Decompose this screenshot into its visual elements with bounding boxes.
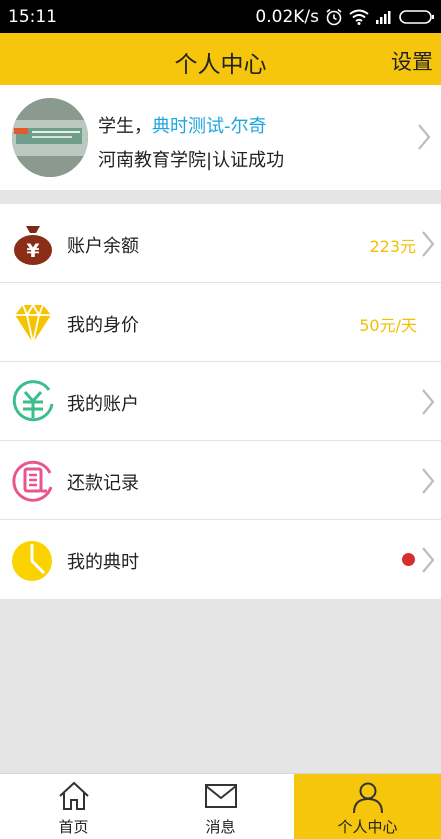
menu-item-repayment[interactable]: 还款记录 <box>0 441 441 520</box>
record-icon <box>12 460 53 502</box>
avatar[interactable] <box>12 98 88 177</box>
tab-messages[interactable]: 消息 <box>147 774 294 839</box>
profile-school-status: 河南教育学院|认证成功 <box>98 150 285 171</box>
clock-icon <box>12 541 52 581</box>
notification-dot <box>402 553 415 566</box>
user-icon <box>352 782 383 814</box>
status-bar: 15:11 0.02K/s <box>0 0 441 33</box>
tab-label: 消息 <box>205 818 236 836</box>
network-speed: 0.02K/s <box>255 7 319 27</box>
chevron-right-icon <box>418 124 431 150</box>
worth-value: 50元/天 <box>359 316 417 335</box>
tab-label: 个人中心 <box>337 818 398 836</box>
app-header: 个人中心 设置 <box>0 33 441 85</box>
balance-value: 223元 <box>369 237 416 256</box>
menu-item-label: 账户余额 <box>67 236 139 257</box>
chevron-right-icon <box>422 231 435 257</box>
chevron-right-icon <box>422 547 435 573</box>
settings-button[interactable]: 设置 <box>391 46 433 76</box>
profile-role-name: 学生，典时测试-尔奇 <box>98 112 267 138</box>
menu-list: ¥ 账户余额 223元 我的身价 50元/天 我的账户 还款记录 我的典时 <box>0 204 441 599</box>
menu-item-label: 我的典时 <box>67 552 139 573</box>
money-bag-icon: ¥ <box>14 226 52 265</box>
menu-item-dianshi[interactable]: 我的典时 <box>0 520 441 599</box>
menu-item-label: 我的身价 <box>67 315 139 336</box>
signal-icon <box>376 11 391 24</box>
home-icon <box>58 781 89 810</box>
chevron-right-icon <box>422 468 435 494</box>
tab-label: 首页 <box>58 818 89 836</box>
yuan-circle-icon <box>12 380 54 422</box>
profile-name: 典时测试-尔奇 <box>152 116 267 137</box>
status-time: 15:11 <box>8 7 57 27</box>
mail-icon <box>204 784 237 808</box>
profile-card[interactable]: 学生，典时测试-尔奇 河南教育学院|认证成功 <box>0 85 441 190</box>
menu-item-balance[interactable]: ¥ 账户余额 223元 <box>0 204 441 283</box>
menu-item-label: 还款记录 <box>67 473 139 494</box>
menu-item-account[interactable]: 我的账户 <box>0 362 441 441</box>
page-title: 个人中心 <box>174 52 267 78</box>
wifi-icon <box>349 9 369 25</box>
alarm-icon <box>326 8 342 26</box>
menu-item-worth[interactable]: 我的身价 50元/天 <box>0 283 441 362</box>
menu-item-label: 我的账户 <box>67 394 139 415</box>
svg-text:¥: ¥ <box>26 240 39 262</box>
bottom-tab-bar: 首页 消息 个人中心 <box>0 773 441 839</box>
tab-home[interactable]: 首页 <box>0 774 147 839</box>
tab-profile[interactable]: 个人中心 <box>294 774 441 839</box>
battery-icon <box>399 10 434 24</box>
diamond-icon <box>15 303 51 344</box>
profile-role: 学生， <box>98 116 152 137</box>
status-icons: 0.02K/s <box>255 7 435 27</box>
chevron-right-icon <box>422 389 435 415</box>
